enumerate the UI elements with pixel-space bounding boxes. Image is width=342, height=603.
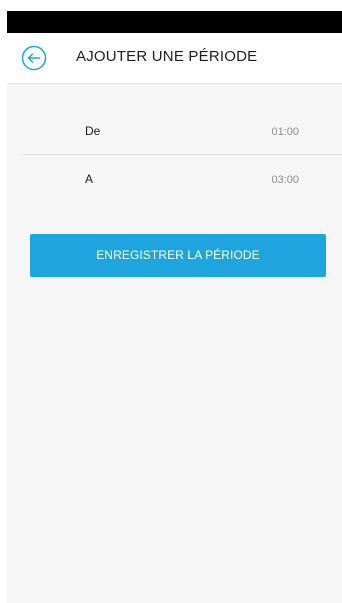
back-button[interactable] [21, 45, 47, 71]
page-title: AJOUTER UNE PÉRIODE [76, 48, 258, 65]
period-start-label: De [85, 124, 101, 138]
app-screen: AJOUTER UNE PÉRIODE De 01:00 A 03:00 ENR… [7, 11, 342, 603]
period-start-time[interactable]: 01:00 [271, 126, 299, 138]
status-bar [7, 11, 342, 33]
arrow-left-circle-icon [21, 45, 47, 71]
period-start-row[interactable]: De 01:00 [7, 107, 342, 155]
save-period-button[interactable]: ENREGISTRER LA PÉRIODE [30, 234, 326, 277]
period-list: De 01:00 A 03:00 [7, 107, 342, 203]
period-end-label: A [85, 172, 94, 186]
app-header: AJOUTER UNE PÉRIODE [7, 33, 342, 84]
period-end-time[interactable]: 03:00 [271, 174, 299, 186]
period-end-row[interactable]: A 03:00 [7, 155, 342, 203]
